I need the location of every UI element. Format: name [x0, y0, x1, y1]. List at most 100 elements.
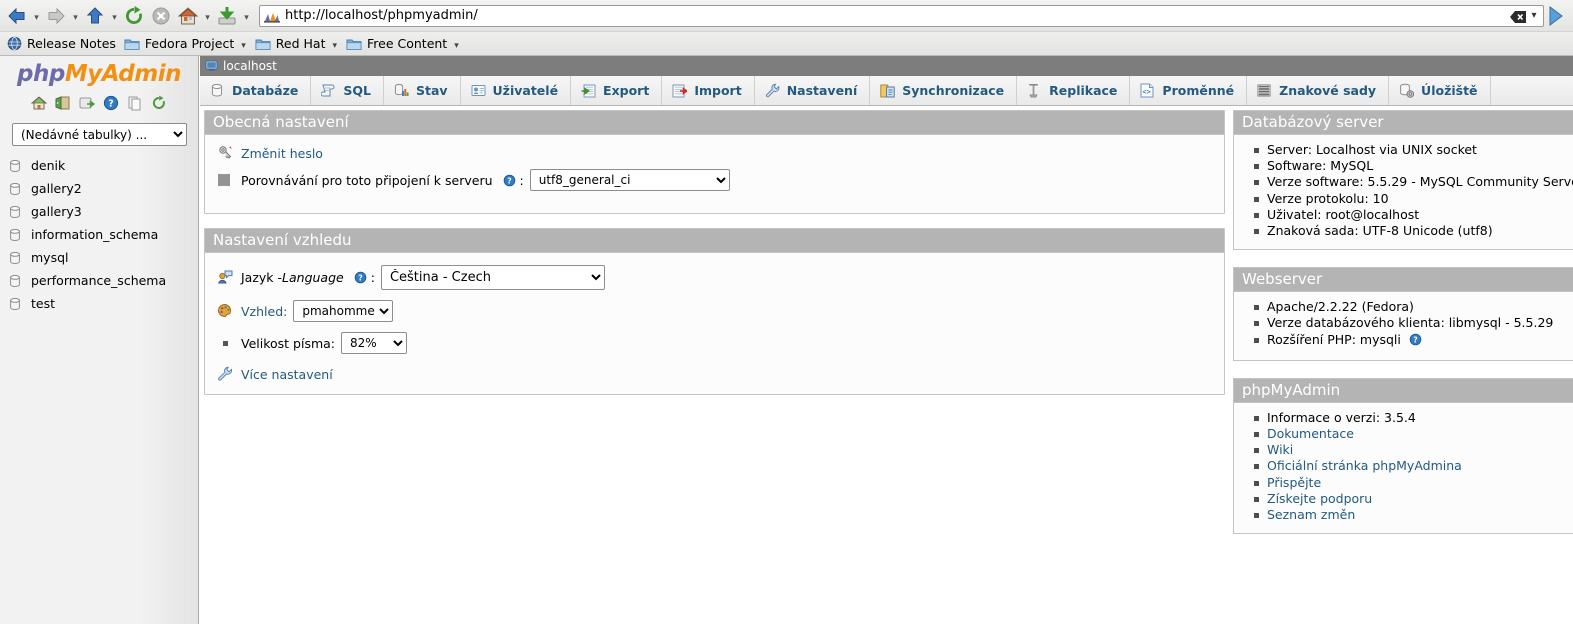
- key-lock-icon: [217, 145, 233, 161]
- change-password-link[interactable]: Změnit heslo: [241, 146, 323, 161]
- database-name: gallery2: [31, 181, 82, 196]
- go-button[interactable]: [1547, 3, 1569, 29]
- database-item-denik[interactable]: denik: [4, 154, 198, 177]
- download-caret[interactable]: ▾: [241, 4, 252, 28]
- help-icon[interactable]: ?: [103, 95, 119, 111]
- theme-select[interactable]: pmahomme: [293, 300, 394, 322]
- database-icon: [8, 251, 22, 265]
- tab-uzivatele[interactable]: Uživatelé: [461, 76, 572, 105]
- tab-sql[interactable]: SQL: [311, 76, 384, 105]
- db-server-item: Znaková sada: UTF-8 Unicode (utf8): [1254, 223, 1568, 239]
- url-dropdown-caret[interactable]: ▾: [1527, 10, 1541, 21]
- bookmark-red-hat[interactable]: Red Hat: [252, 33, 331, 54]
- tab-stav[interactable]: Stav: [384, 76, 461, 105]
- tab-nastaveni[interactable]: Nastavení: [755, 76, 871, 105]
- globe-icon: [7, 36, 22, 51]
- bullet-icon: [223, 340, 228, 346]
- database-item-test[interactable]: test: [4, 292, 198, 315]
- tab-export[interactable]: Export: [571, 76, 663, 105]
- sidebar-icon-toolbar: ?: [0, 87, 198, 117]
- tab-databaze[interactable]: Databáze: [200, 76, 312, 105]
- database-item-gallery3[interactable]: gallery3: [4, 200, 198, 223]
- tab-import[interactable]: Import: [662, 76, 755, 105]
- reload-icon[interactable]: [151, 95, 167, 111]
- wiki-link[interactable]: Wiki: [1267, 442, 1293, 457]
- help-icon[interactable]: ?: [503, 174, 516, 187]
- contribute-link[interactable]: Přispějte: [1267, 475, 1321, 490]
- clear-url-icon[interactable]: [1509, 9, 1527, 23]
- general-settings-legend: Obecná nastavení: [205, 111, 1224, 135]
- appearance-settings-panel: Nastavení vzhledu Jazyk - Language ?: Č…: [204, 228, 1225, 395]
- bookmark-label: Free Content: [367, 36, 448, 51]
- reload-button[interactable]: [121, 3, 147, 29]
- home-icon[interactable]: [30, 95, 48, 111]
- official-site-link[interactable]: Oficiální stránka phpMyAdmina: [1267, 458, 1462, 473]
- replication-icon: [1027, 83, 1043, 99]
- bookmark-release-notes[interactable]: Release Notes: [4, 33, 121, 54]
- phpmyadmin-legend: phpMyAdmin: [1234, 378, 1573, 403]
- bookmark-fedora-project[interactable]: Fedora Project: [121, 33, 239, 54]
- language-select[interactable]: Čeština - Czech: [380, 265, 605, 290]
- up-button[interactable]: [82, 3, 108, 29]
- engines-icon: [1399, 83, 1415, 99]
- svg-text:?: ?: [1413, 335, 1417, 344]
- pma-link-item[interactable]: Přispějte: [1254, 475, 1568, 491]
- navigation-sidebar: phpMyAdmin ? (Nedávné tabulky) ... denik…: [0, 56, 199, 624]
- forward-history-caret[interactable]: ▾: [70, 4, 81, 28]
- tab-promenne[interactable]: <> Proměnné: [1130, 76, 1248, 105]
- recent-tables-select[interactable]: (Nedávné tabulky) ...: [12, 123, 187, 146]
- collation-label: Porovnávání pro toto připojení k serveru: [241, 172, 493, 188]
- bookmark-redhat-caret[interactable]: ▾: [330, 41, 343, 51]
- page-favicon-icon: [264, 9, 280, 23]
- more-settings-link[interactable]: Více nastavení: [241, 367, 333, 382]
- back-button[interactable]: [4, 3, 30, 29]
- tab-znakove-sady[interactable]: Znakové sady: [1247, 76, 1390, 105]
- download-button[interactable]: [214, 3, 240, 29]
- back-history-caret[interactable]: ▾: [31, 4, 42, 28]
- help-icon[interactable]: ?: [354, 271, 367, 284]
- phpmyadmin-logo[interactable]: phpMyAdmin: [0, 56, 198, 87]
- settings-column: Obecná nastavení Změnit heslo Porovnáván…: [204, 110, 1225, 395]
- up-history-caret[interactable]: ▾: [109, 4, 120, 28]
- documentation-icon[interactable]: [127, 95, 143, 111]
- help-icon[interactable]: ?: [1409, 333, 1422, 350]
- get-support-link[interactable]: Získejte podporu: [1267, 491, 1372, 506]
- wrench-icon: [765, 83, 781, 99]
- logout-icon[interactable]: [55, 95, 71, 111]
- home-caret[interactable]: ▾: [202, 4, 213, 28]
- url-text[interactable]: http://localhost/phpmyadmin/: [285, 8, 1509, 23]
- folder-icon: [124, 37, 140, 51]
- charset-icon: [217, 172, 233, 188]
- url-bar[interactable]: http://localhost/phpmyadmin/ ▾: [259, 4, 1544, 27]
- tab-label: Synchronizace: [902, 83, 1005, 98]
- database-list: denik gallery2 gallery3 information_sche…: [0, 154, 198, 315]
- bookmark-freecontent-caret[interactable]: ▾: [452, 41, 465, 51]
- database-item-mysql[interactable]: mysql: [4, 246, 198, 269]
- database-item-performance-schema[interactable]: performance_schema: [4, 269, 198, 292]
- language-colon: :: [370, 270, 375, 285]
- pma-link-item[interactable]: Seznam změn: [1254, 507, 1568, 523]
- tab-ulosziste[interactable]: Úložiště: [1389, 76, 1491, 105]
- pma-link-item[interactable]: Oficiální stránka phpMyAdmina: [1254, 458, 1568, 474]
- database-item-information-schema[interactable]: information_schema: [4, 223, 198, 246]
- pma-link-item[interactable]: Wiki: [1254, 442, 1568, 458]
- bookmark-free-content[interactable]: Free Content: [343, 33, 452, 54]
- query-window-icon[interactable]: [79, 95, 96, 111]
- changelog-link[interactable]: Seznam změn: [1267, 507, 1355, 522]
- tab-synchronizace[interactable]: Synchronizace: [870, 76, 1018, 105]
- database-item-gallery2[interactable]: gallery2: [4, 177, 198, 200]
- documentation-link[interactable]: Dokumentace: [1267, 426, 1354, 441]
- bookmark-fedora-caret[interactable]: ▾: [239, 41, 252, 51]
- home-button[interactable]: [175, 3, 201, 29]
- svg-text:<>: <>: [1143, 88, 1151, 96]
- collation-select[interactable]: utf8_general_ci: [529, 169, 730, 191]
- db-server-item: Uživatel: root@localhost: [1254, 207, 1568, 223]
- fontsize-select[interactable]: 82%: [341, 332, 408, 354]
- theme-label-link[interactable]: Vzhled:: [241, 304, 287, 319]
- svg-text:?: ?: [507, 176, 511, 185]
- pma-link-item[interactable]: Dokumentace: [1254, 426, 1568, 442]
- pma-link-item[interactable]: Získejte podporu: [1254, 491, 1568, 507]
- database-name: information_schema: [31, 227, 159, 242]
- tab-replikace[interactable]: Replikace: [1017, 76, 1131, 105]
- users-icon: [471, 83, 487, 99]
